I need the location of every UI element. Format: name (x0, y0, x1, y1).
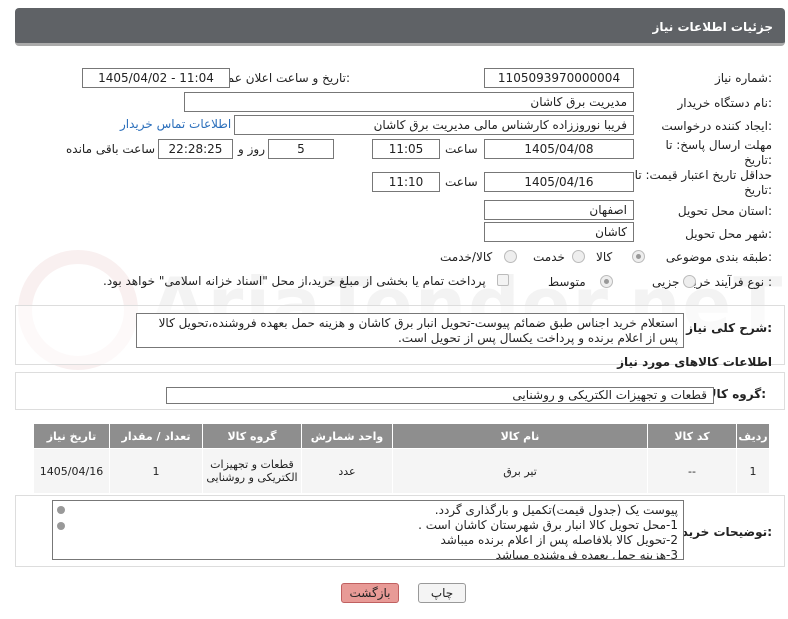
days-label: روز و (238, 142, 265, 156)
cell-quantity: 1 (109, 448, 203, 494)
goods-group-field: قطعات و تجهیزات الکتریکی و روشنایی (166, 387, 714, 404)
buyer-label: نام دستگاه خریدار: (677, 96, 773, 110)
buyer-field: مدیریت برق کاشان (184, 92, 634, 112)
category-goods-service-radio[interactable] (504, 250, 517, 263)
remaining-label: ساعت باقی مانده (66, 142, 156, 156)
cell-item-group: قطعات و تجهیزات الکتریکی و روشنایی (202, 448, 302, 494)
table-header-row: ردیف کد کالا نام کالا واحد شمارش گروه کا… (33, 423, 770, 449)
remaining-time-field: 22:28:25 (158, 139, 233, 159)
page-title: جزئیات اطلاعات نیاز (652, 20, 773, 34)
validity-time-field: 11:10 (372, 172, 440, 192)
page-header: جزئیات اطلاعات نیاز (15, 8, 785, 46)
description-label: شرح کلی نیاز: (686, 321, 772, 335)
deadline-time-label: ساعت (445, 142, 478, 156)
validity-time-label: ساعت (445, 175, 478, 189)
contact-info-link[interactable]: اطلاعات تماس خریدار (120, 117, 231, 131)
treasury-payment-checkbox[interactable] (497, 274, 509, 286)
validity-label: حداقل تاریخ اعتبار قیمت: تا تاریخ: (634, 168, 772, 197)
goods-info-title: اطلاعات کالاهای مورد نیاز (617, 355, 772, 369)
header-quantity: تعداد / مقدار (109, 423, 203, 449)
days-field: 5 (268, 139, 334, 159)
cell-item-name: تیر برق (392, 448, 648, 494)
deadline-time-field: 11:05 (372, 139, 440, 159)
deadline-label: مهلت ارسال پاسخ: تا تاریخ: (665, 138, 772, 167)
deadline-date-field: 1405/04/08 (484, 139, 634, 159)
payment-note: پرداخت تمام یا بخشی از مبلغ خرید،از محل … (103, 274, 486, 288)
note-line: 3-هزینه حمل بعهده فروشنده میباشد (495, 548, 678, 560)
cell-unit: عدد (301, 448, 393, 494)
note-line: 2-تحویل کالا بلافاصله پس از اعلام برنده … (440, 533, 678, 547)
province-field: اصفهان (484, 200, 634, 220)
category-goods-label: کالا (596, 250, 613, 264)
table-row: 1 -- تیر برق عدد قطعات و تجهیزات الکتریک… (33, 448, 770, 494)
process-partial-label: جزیی (652, 275, 680, 289)
header-row-number: ردیف (736, 423, 770, 449)
header-need-date: تاریخ نیاز (33, 423, 110, 449)
creator-field: فریبا نوروززاده کارشناس مالی مدیریت برق … (234, 115, 634, 135)
validity-date-field: 1405/04/16 (484, 172, 634, 192)
category-service-radio[interactable] (572, 250, 585, 263)
buyer-notes-label: توضیحات خریدار: (670, 525, 772, 539)
city-label: شهر محل تحویل: (685, 227, 772, 241)
back-button[interactable]: بازگشت (341, 583, 399, 603)
announce-field: 1405/04/02 - 11:04 (82, 68, 230, 88)
print-button[interactable]: چاپ (418, 583, 466, 603)
cell-row-number: 1 (736, 448, 770, 494)
category-label: طبقه بندی موضوعی: (665, 250, 772, 264)
header-item-name: نام کالا (392, 423, 648, 449)
process-medium-radio[interactable] (600, 275, 613, 288)
city-field: کاشان (484, 222, 634, 242)
note-line: پیوست یک (جدول قیمت)تکمیل و بارگذاری گرد… (434, 503, 678, 517)
goods-table: ردیف کد کالا نام کالا واحد شمارش گروه کا… (33, 423, 770, 494)
process-medium-label: متوسط (548, 275, 586, 289)
goods-group-label: گروه کالا: (707, 387, 766, 401)
buyer-notes-textarea[interactable]: پیوست یک (جدول قیمت)تکمیل و بارگذاری گرد… (52, 500, 684, 560)
category-goods-radio[interactable] (632, 250, 645, 263)
header-unit: واحد شمارش (301, 423, 393, 449)
description-textarea[interactable]: استعلام خرید اجناس طبق ضمائم پیوست-تحویل… (136, 313, 684, 348)
need-number-label: شماره نیاز: (714, 71, 772, 85)
category-service-label: خدمت (533, 250, 565, 264)
scroll-thumb-icon[interactable] (57, 522, 65, 530)
note-line: 1-محل تحویل کالا انبار برق شهرستان کاشان… (418, 518, 678, 532)
scroll-up-icon[interactable] (57, 506, 65, 514)
creator-label: ایجاد کننده درخواست: (661, 119, 772, 133)
header-item-group: گروه کالا (202, 423, 302, 449)
cell-need-date: 1405/04/16 (33, 448, 110, 494)
process-partial-radio[interactable] (683, 275, 696, 288)
header-item-code: کد کالا (647, 423, 737, 449)
notes-scrollbar[interactable] (57, 504, 65, 556)
province-label: استان محل تحویل: (677, 204, 772, 218)
cell-item-code: -- (647, 448, 737, 494)
category-goods-service-label: کالا/خدمت (440, 250, 493, 264)
need-number-field: 1105093970000004 (484, 68, 634, 88)
process-label: نوع فرآیند خرید : (687, 275, 772, 289)
